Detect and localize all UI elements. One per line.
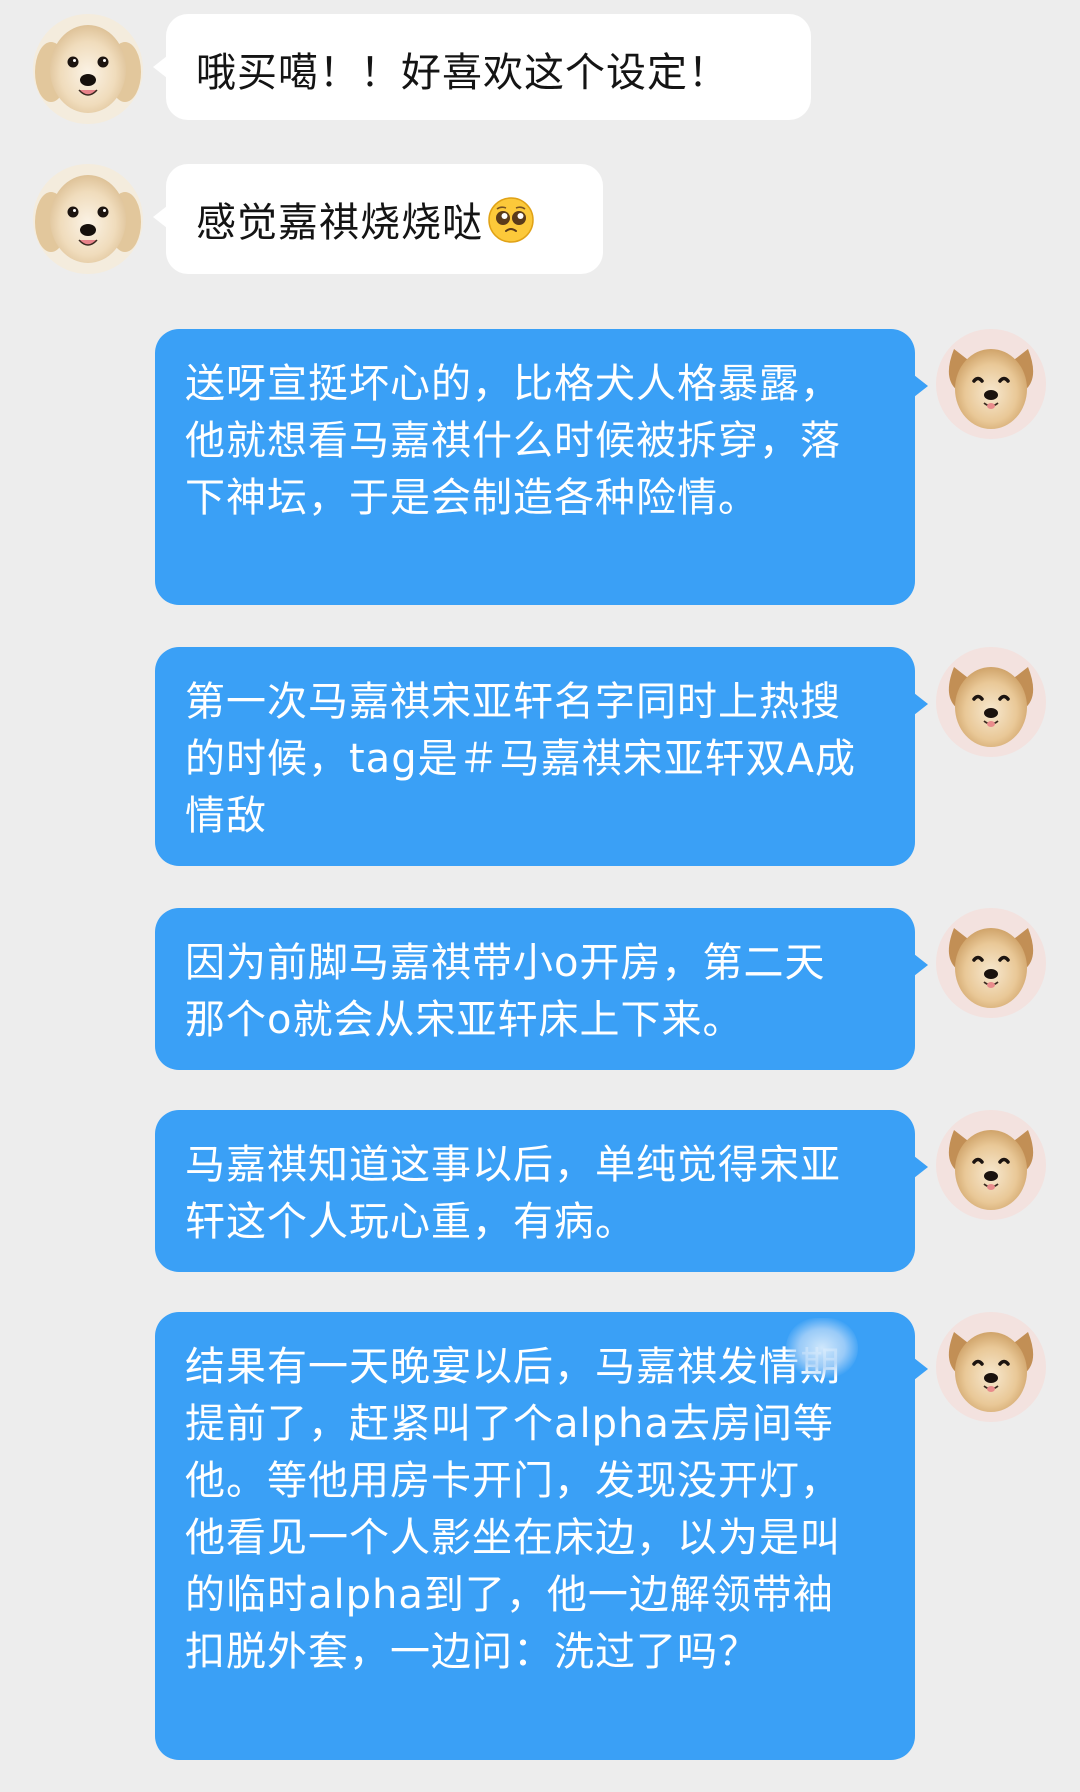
message-bubble[interactable]: 哦买噶！！好喜欢这个设定！ bbox=[153, 14, 811, 120]
blur-redaction bbox=[786, 1318, 858, 1378]
message-bubble[interactable]: 结果有一天晚宴以后，马嘉祺发情期提前了，赶紧叫了个alpha去房间等他。等他用房… bbox=[155, 1312, 928, 1760]
message-text: 马嘉祺知道这事以后，单纯觉得宋亚轩这个人玩心重，有病。 bbox=[185, 1142, 841, 1245]
message-bubble[interactable]: 因为前脚马嘉祺带小o开房，第二天那个o就会从宋亚轩床上下来。 bbox=[155, 908, 928, 1070]
golden-retriever-avatar[interactable] bbox=[33, 14, 143, 124]
puppy-avatar[interactable] bbox=[936, 329, 1046, 439]
message-text: 第一次马嘉祺宋亚轩名字同时上热搜的时候，tag是＃马嘉祺宋亚轩双A成情敌 bbox=[185, 679, 856, 839]
pleading-face-emoji bbox=[487, 196, 535, 244]
message-text: 感觉嘉祺烧烧哒 bbox=[196, 200, 483, 246]
golden-retriever-avatar[interactable] bbox=[33, 164, 143, 274]
message-text: 哦买噶！！好喜欢这个设定！ bbox=[196, 50, 729, 96]
message-bubble[interactable]: 马嘉祺知道这事以后，单纯觉得宋亚轩这个人玩心重，有病。 bbox=[155, 1110, 928, 1272]
puppy-avatar[interactable] bbox=[936, 1312, 1046, 1422]
message-text: 送呀宣挺坏心的，比格犬人格暴露，他就想看马嘉祺什么时候被拆穿，落下神坛，于是会制… bbox=[185, 361, 841, 521]
message-text: 因为前脚马嘉祺带小o开房，第二天那个o就会从宋亚轩床上下来。 bbox=[185, 940, 826, 1043]
puppy-avatar[interactable] bbox=[936, 647, 1046, 757]
puppy-avatar[interactable] bbox=[936, 1110, 1046, 1220]
message-text: 结果有一天晚宴以后，马嘉祺发情期提前了，赶紧叫了个alpha去房间等他。等他用房… bbox=[185, 1344, 841, 1675]
message-bubble[interactable]: 感觉嘉祺烧烧哒 bbox=[153, 164, 603, 274]
message-bubble[interactable]: 第一次马嘉祺宋亚轩名字同时上热搜的时候，tag是＃马嘉祺宋亚轩双A成情敌 bbox=[155, 647, 928, 866]
puppy-avatar[interactable] bbox=[936, 908, 1046, 1018]
message-bubble[interactable]: 送呀宣挺坏心的，比格犬人格暴露，他就想看马嘉祺什么时候被拆穿，落下神坛，于是会制… bbox=[155, 329, 928, 605]
